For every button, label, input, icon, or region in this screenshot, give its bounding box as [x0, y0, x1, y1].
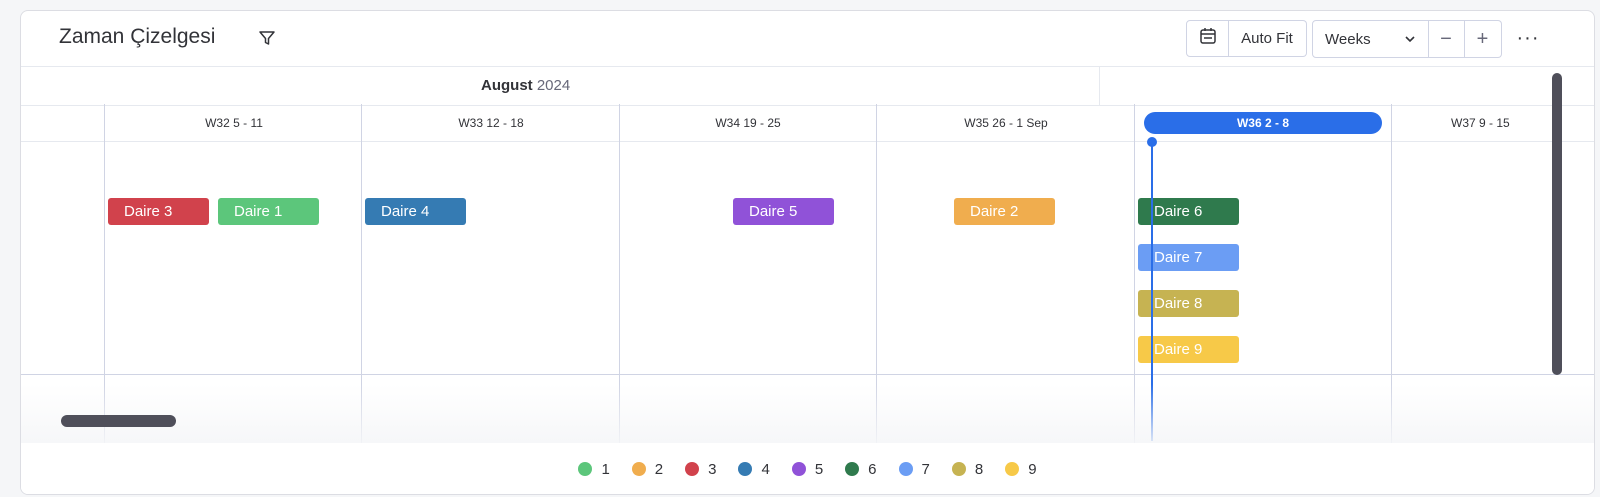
horizontal-scrollbar[interactable]	[61, 415, 176, 427]
timeline-panel: Zaman Çizelgesi Auto Fit Weeks − + ··· A…	[20, 10, 1595, 495]
auto-fit-button[interactable]: Auto Fit	[1228, 20, 1307, 57]
week-label: W34 19 - 25	[715, 116, 781, 130]
scroll-fade	[21, 384, 1594, 444]
week-header: W32 5 - 11 W33 12 - 18 W34 19 - 25 W35 2…	[21, 105, 1594, 142]
group-divider	[21, 374, 1594, 375]
legend-label: 5	[814, 460, 824, 478]
legend-label: 8	[974, 460, 984, 478]
scale-select[interactable]: Weeks	[1312, 20, 1429, 58]
legend-item: 8	[951, 460, 984, 478]
month-year: 2024	[536, 77, 571, 94]
month-name: August	[481, 77, 533, 94]
zoom-in-button[interactable]: +	[1464, 20, 1502, 58]
legend-label: 2	[654, 460, 664, 478]
timeline-bar[interactable]: Daire 3	[108, 198, 209, 225]
legend-item: 1	[578, 460, 610, 478]
legend-label: 4	[761, 460, 770, 478]
legend-label: 9	[1028, 460, 1037, 478]
timeline-bar[interactable]: Daire 9	[1138, 336, 1239, 363]
month-label: August 2024	[481, 77, 570, 94]
timeline-bar[interactable]: Daire 6	[1138, 198, 1239, 225]
week-label: W32 5 - 11	[205, 116, 263, 130]
legend: 1 2 3 4 5 6 7 8 9	[21, 443, 1594, 494]
legend-dot	[845, 462, 860, 476]
legend-item: 2	[631, 460, 664, 478]
chevron-down-icon	[1402, 31, 1418, 47]
legend-label: 3	[708, 460, 717, 478]
legend-label: 7	[921, 460, 930, 478]
today-marker-dot	[1147, 137, 1157, 147]
legend-item: 4	[738, 460, 770, 478]
month-header: August 2024	[21, 66, 1594, 106]
week-label: W35 26 - 1 Sep	[964, 116, 1048, 130]
legend-dot	[631, 462, 646, 476]
vertical-scrollbar[interactable]	[1552, 73, 1562, 375]
scale-select-value: Weeks	[1325, 30, 1371, 48]
legend-dot	[791, 462, 806, 476]
filter-icon[interactable]	[257, 28, 277, 48]
timeline-bar[interactable]: Daire 4	[365, 198, 466, 225]
legend-item: 3	[685, 461, 716, 478]
more-options-icon[interactable]: ···	[1516, 27, 1540, 49]
legend-dot	[1005, 462, 1020, 476]
calendar-today-button[interactable]	[1186, 20, 1229, 57]
legend-dot	[738, 462, 753, 476]
legend-dot	[898, 462, 913, 476]
legend-item: 6	[845, 460, 877, 478]
legend-label: 6	[868, 460, 877, 478]
page-title: Zaman Çizelgesi	[59, 25, 216, 48]
timeline-bar[interactable]: Daire 8	[1138, 290, 1239, 317]
week-label: W33 12 - 18	[458, 116, 524, 130]
month-divider	[1099, 67, 1100, 105]
legend-item: 9	[1005, 460, 1037, 478]
legend-label: 1	[601, 460, 610, 478]
legend-dot	[685, 462, 700, 476]
legend-item: 7	[898, 460, 930, 478]
current-week-badge: W36 2 - 8	[1144, 112, 1382, 134]
toolbar: Zaman Çizelgesi Auto Fit Weeks − + ···	[21, 11, 1594, 66]
calendar-icon	[1198, 26, 1218, 51]
legend-dot	[578, 462, 593, 476]
timeline-bar[interactable]: Daire 1	[218, 198, 319, 225]
timeline-bar[interactable]: Daire 2	[954, 198, 1055, 225]
legend-item: 5	[791, 460, 824, 478]
legend-dot	[951, 462, 966, 476]
timeline-bar[interactable]: Daire 5	[733, 198, 834, 225]
timeline-bar[interactable]: Daire 7	[1138, 244, 1239, 271]
zoom-out-button[interactable]: −	[1428, 20, 1465, 58]
